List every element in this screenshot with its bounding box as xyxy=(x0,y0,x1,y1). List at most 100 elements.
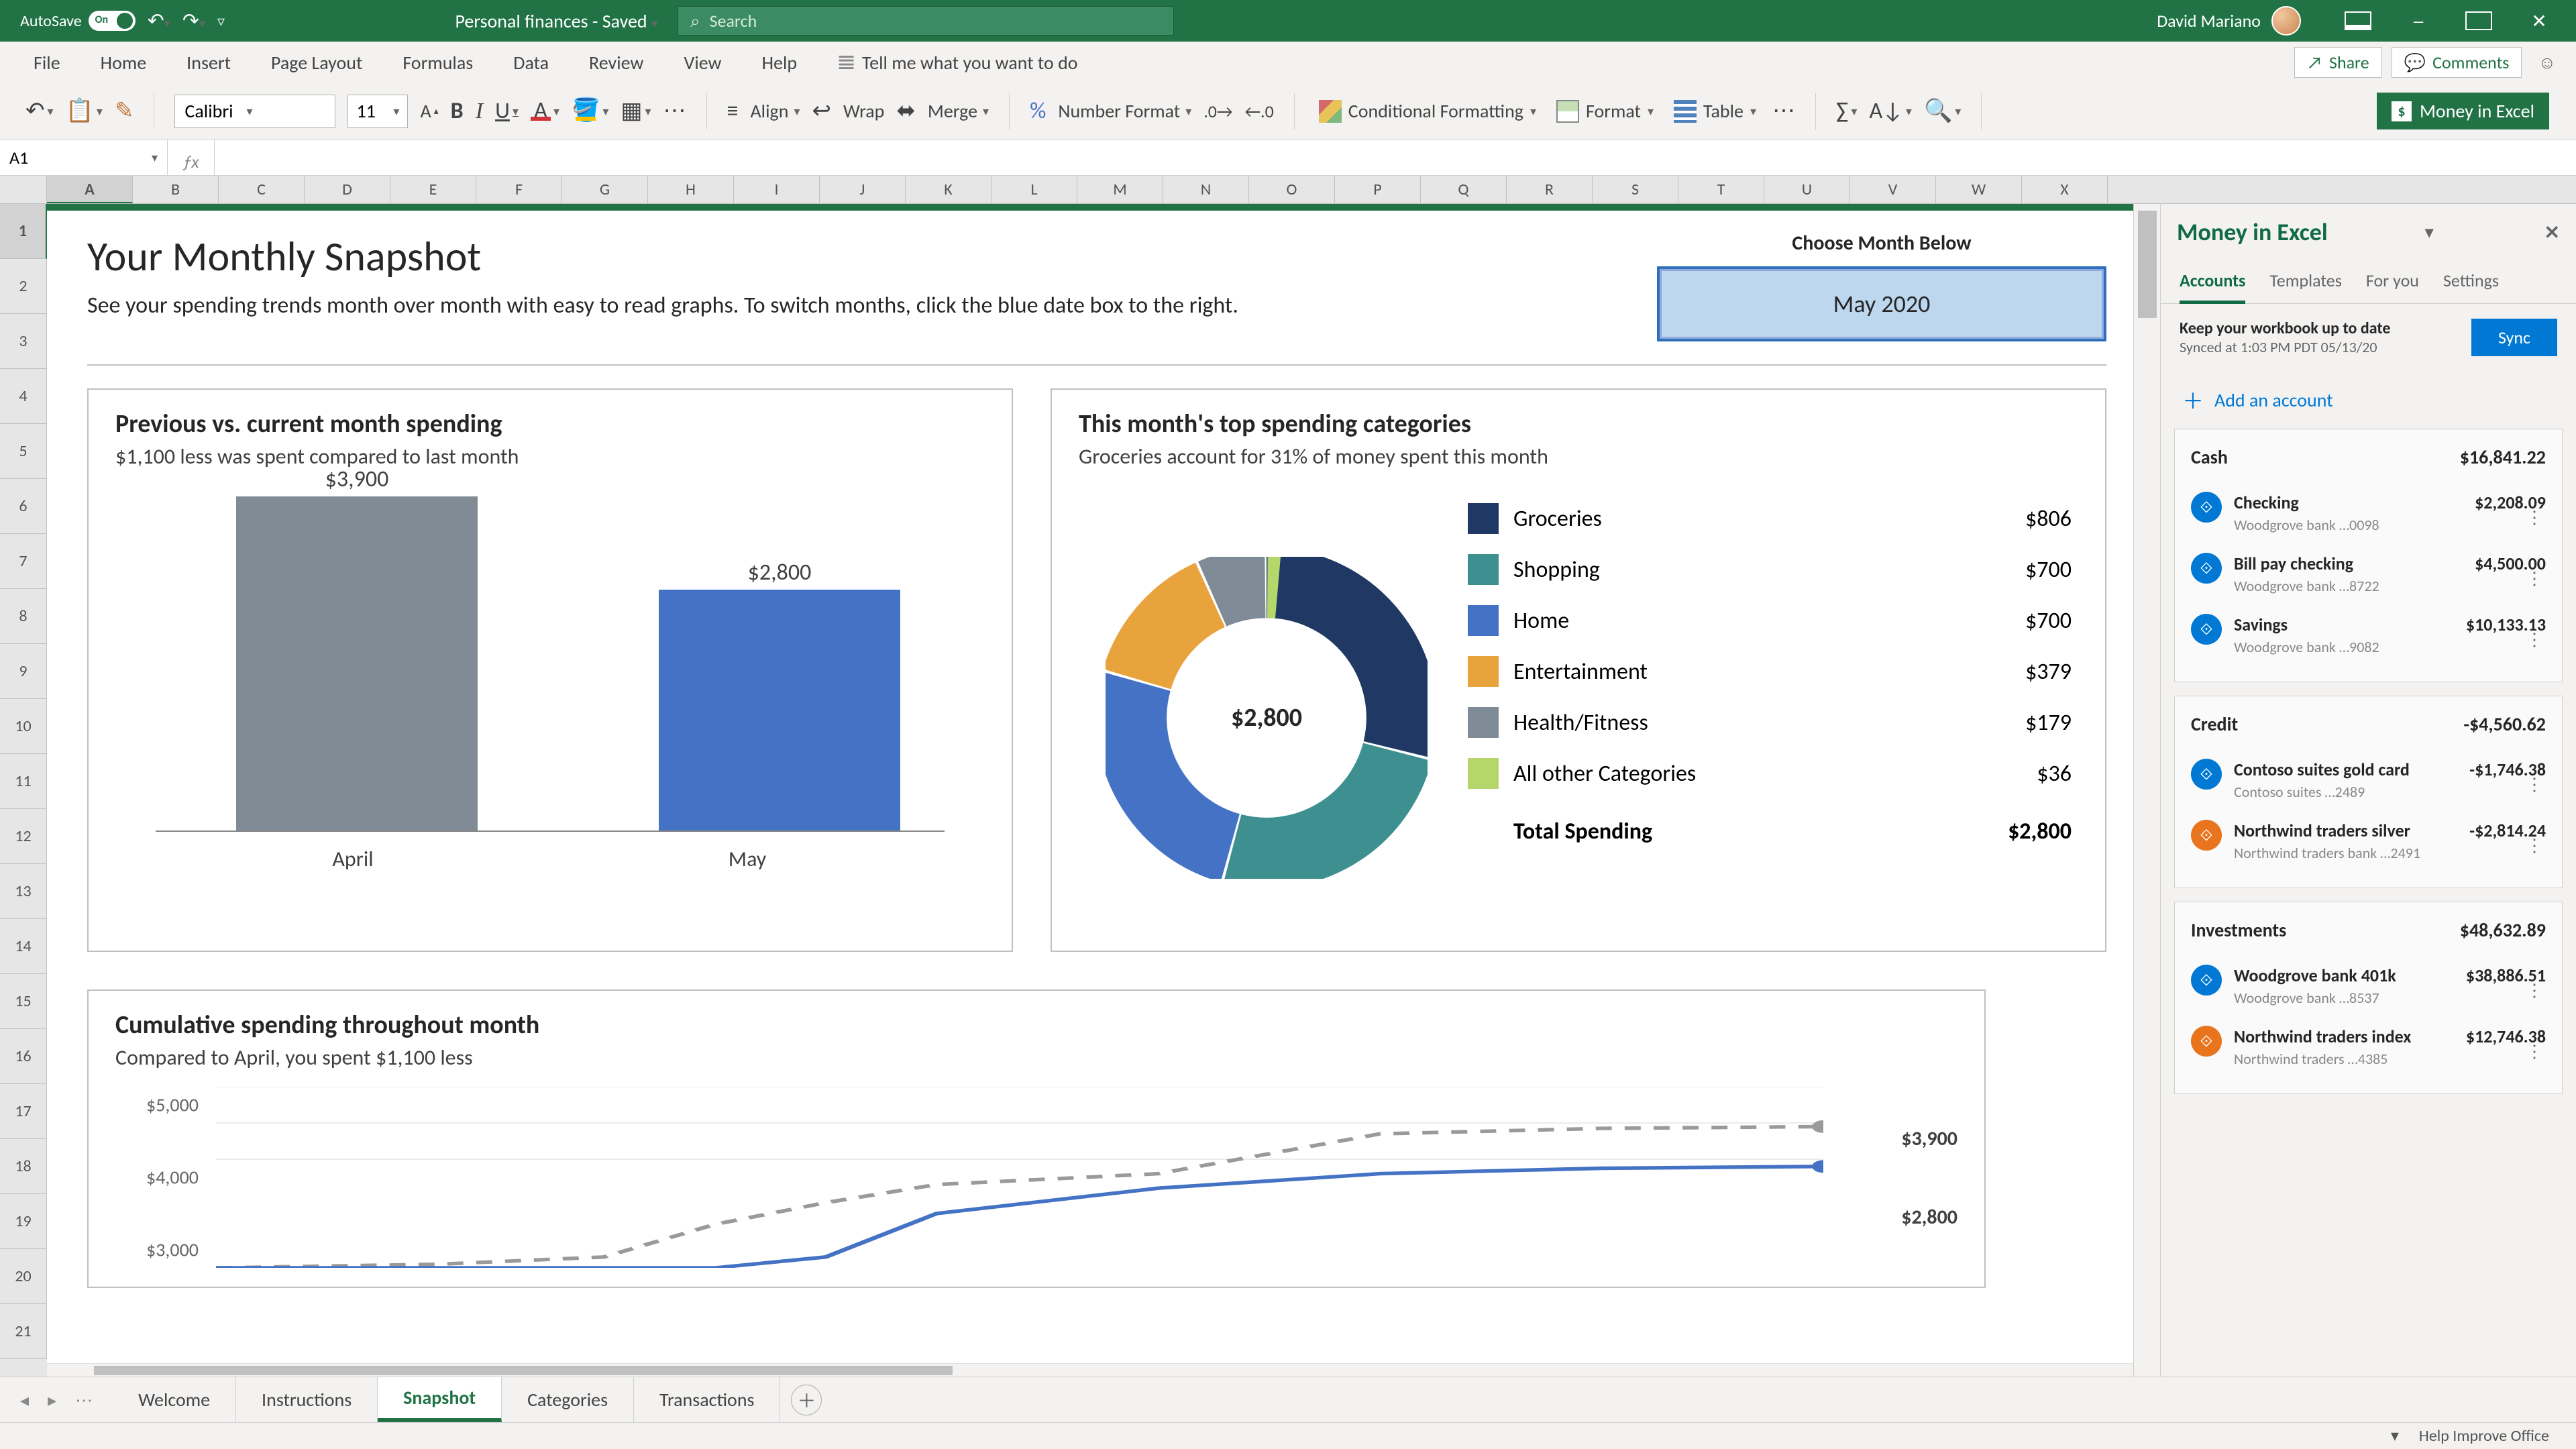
tell-me[interactable]: 𝌆 Tell me what you want to do xyxy=(817,50,1078,75)
row-header[interactable]: 6 xyxy=(0,479,47,534)
feedback-button[interactable]: ☺ xyxy=(2531,47,2563,78)
font-color-button[interactable]: A▾ xyxy=(531,101,559,121)
align-icon[interactable]: ≡ xyxy=(727,97,739,125)
column-header[interactable]: D xyxy=(305,176,390,203)
panel-tab-accounts[interactable]: Accounts xyxy=(2180,260,2245,304)
sheet-tab-categories[interactable]: Categories xyxy=(502,1377,634,1422)
column-header[interactable]: W xyxy=(1936,176,2022,203)
row-header[interactable]: 1 xyxy=(0,204,47,259)
menu-data[interactable]: Data xyxy=(493,51,569,74)
row-header[interactable]: 11 xyxy=(0,754,47,809)
column-header[interactable]: B xyxy=(133,176,219,203)
font-name-select[interactable]: Calibri▾ xyxy=(174,95,335,128)
row-header[interactable]: 13 xyxy=(0,864,47,919)
row-header[interactable]: 20 xyxy=(0,1249,47,1304)
comments-button[interactable]: 💬Comments xyxy=(2392,47,2522,78)
sheet-tab-welcome[interactable]: Welcome xyxy=(113,1377,236,1422)
panel-close-icon[interactable]: ✕ xyxy=(2544,221,2560,244)
select-all-corner[interactable] xyxy=(0,176,47,203)
minimize-icon[interactable]: ─ xyxy=(2388,0,2449,42)
month-selector[interactable]: May 2020 xyxy=(1657,266,2106,341)
increase-decimal-icon[interactable]: .0→ xyxy=(1203,101,1232,122)
account-row[interactable]: ⟐SavingsWoodgrove bank …9082$10,133.13⋮ xyxy=(2191,604,2546,665)
more-font-icon[interactable]: ⋯ xyxy=(663,97,686,125)
conditional-formatting-button[interactable]: Conditional Formatting▾ xyxy=(1315,99,1540,123)
account-menu-icon[interactable]: ⋮ xyxy=(2469,841,2546,850)
account-menu-icon[interactable]: ⋮ xyxy=(2475,513,2546,522)
decrease-decimal-icon[interactable]: ←.0 xyxy=(1245,101,1274,122)
column-header[interactable]: X xyxy=(2022,176,2108,203)
column-header[interactable]: C xyxy=(219,176,305,203)
undo-icon[interactable]: ↶▾ xyxy=(148,9,170,34)
undo-button[interactable]: ↶▾ xyxy=(25,97,54,125)
add-account-button[interactable]: ＋ Add an account xyxy=(2161,371,2576,429)
column-header[interactable]: Q xyxy=(1421,176,1507,203)
account-row[interactable]: ⟐Northwind traders silverNorthwind trade… xyxy=(2191,810,2546,871)
borders-button[interactable]: ▦▾ xyxy=(621,97,651,125)
sync-button[interactable]: Sync xyxy=(2471,319,2557,356)
column-header[interactable]: K xyxy=(906,176,991,203)
horizontal-scrollbar[interactable] xyxy=(47,1363,2133,1377)
fx-icon[interactable]: ƒx xyxy=(168,140,215,175)
close-icon[interactable]: ✕ xyxy=(2509,0,2569,42)
format-button[interactable]: Format▾ xyxy=(1552,99,1658,123)
paste-button[interactable]: 📋▾ xyxy=(66,97,103,125)
menu-home[interactable]: Home xyxy=(80,51,167,74)
italic-button[interactable]: I xyxy=(476,99,483,124)
column-header[interactable]: P xyxy=(1335,176,1421,203)
menu-file[interactable]: File xyxy=(13,51,80,74)
row-header[interactable]: 9 xyxy=(0,644,47,699)
column-header[interactable]: R xyxy=(1507,176,1593,203)
find-icon[interactable]: 🔍▾ xyxy=(1924,97,1961,125)
column-header[interactable]: F xyxy=(476,176,562,203)
row-header[interactable]: 18 xyxy=(0,1139,47,1194)
menu-help[interactable]: Help xyxy=(742,51,818,74)
user-account[interactable]: David Mariano xyxy=(2157,6,2301,36)
maximize-icon[interactable] xyxy=(2449,0,2509,42)
vertical-scrollbar[interactable] xyxy=(2133,204,2160,1377)
tab-scroll-first-icon[interactable]: ◂ xyxy=(20,1389,29,1411)
search-box[interactable]: ⌕Search xyxy=(678,6,1174,36)
row-header[interactable]: 8 xyxy=(0,589,47,644)
column-header[interactable]: O xyxy=(1249,176,1335,203)
row-header[interactable]: 21 xyxy=(0,1304,47,1359)
tab-scroll-last-icon[interactable]: ▸ xyxy=(48,1389,56,1411)
autosum-icon[interactable]: ∑▾ xyxy=(1836,97,1857,125)
row-header[interactable]: 4 xyxy=(0,369,47,424)
panel-collapse-icon[interactable]: ▾ xyxy=(2425,223,2433,242)
grow-font-icon[interactable]: A▴ xyxy=(420,99,438,123)
account-row[interactable]: ⟐Bill pay checkingWoodgrove bank …8722$4… xyxy=(2191,543,2546,604)
account-row[interactable]: ⟐Contoso suites gold cardContoso suites … xyxy=(2191,749,2546,810)
share-button[interactable]: ↗Share xyxy=(2294,47,2382,78)
column-header[interactable]: S xyxy=(1593,176,1678,203)
row-header[interactable]: 16 xyxy=(0,1029,47,1084)
worksheet-area[interactable]: Your Monthly Snapshot See your spending … xyxy=(47,204,2133,1377)
table-button[interactable]: Table▾ xyxy=(1670,99,1760,123)
row-header[interactable]: 7 xyxy=(0,534,47,589)
menu-view[interactable]: View xyxy=(663,51,741,74)
account-menu-icon[interactable]: ⋮ xyxy=(2466,635,2546,644)
column-header[interactable]: N xyxy=(1163,176,1249,203)
bold-button[interactable]: B xyxy=(451,97,464,125)
redo-icon[interactable]: ↷▾ xyxy=(182,9,205,34)
column-header[interactable]: G xyxy=(562,176,648,203)
row-header[interactable]: 17 xyxy=(0,1084,47,1139)
sort-filter-icon[interactable]: A↓▾ xyxy=(1869,97,1912,125)
autosave-toggle[interactable]: AutoSave On xyxy=(20,11,136,31)
row-header[interactable]: 19 xyxy=(0,1194,47,1249)
row-header[interactable]: 15 xyxy=(0,974,47,1029)
panel-tab-settings[interactable]: Settings xyxy=(2443,260,2499,303)
number-format-icon[interactable]: % xyxy=(1030,97,1046,125)
merge-button[interactable]: Merge▾ xyxy=(928,99,989,123)
menu-page-layout[interactable]: Page Layout xyxy=(251,51,382,74)
menu-formulas[interactable]: Formulas xyxy=(382,51,493,74)
column-header[interactable]: U xyxy=(1764,176,1850,203)
wrap-button[interactable]: Wrap xyxy=(843,99,884,123)
sheet-tab-snapshot[interactable]: Snapshot xyxy=(378,1377,502,1422)
account-row[interactable]: ⟐CheckingWoodgrove bank …0098$2,208.09⋮ xyxy=(2191,482,2546,543)
account-menu-icon[interactable]: ⋮ xyxy=(2466,1047,2546,1056)
column-header[interactable]: M xyxy=(1077,176,1163,203)
row-header[interactable]: 10 xyxy=(0,699,47,754)
row-header[interactable]: 12 xyxy=(0,809,47,864)
merge-icon[interactable]: ⬌ xyxy=(896,97,916,125)
